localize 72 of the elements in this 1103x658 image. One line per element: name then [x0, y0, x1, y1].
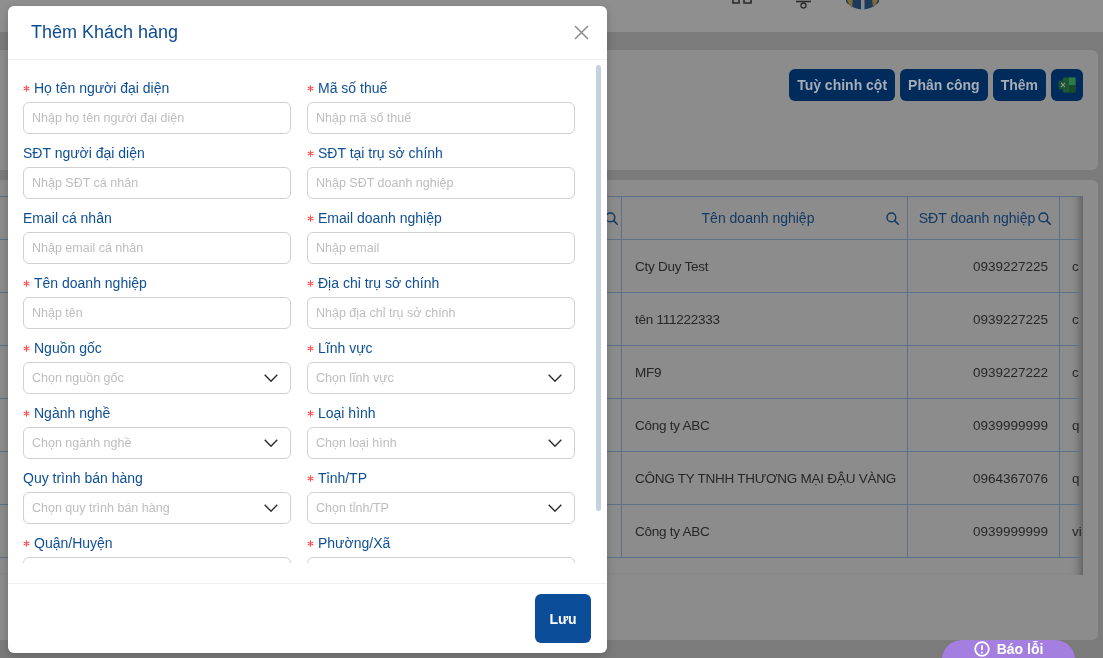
table-cell: q: [1060, 399, 1083, 452]
text-field[interactable]: Nhập email cá nhân: [23, 232, 291, 264]
text-field[interactable]: Nhập email: [307, 232, 575, 264]
field-label: Mã số thuế: [318, 80, 388, 96]
table-cell: c: [1060, 240, 1083, 293]
chevron-down-icon: [548, 374, 562, 382]
save-button[interactable]: Lưu: [535, 594, 591, 643]
export-button[interactable]: [1051, 69, 1083, 101]
field-label: Ngành nghề: [34, 405, 111, 421]
dropdown-field[interactable]: Chọn ngành nghề: [23, 427, 291, 459]
toolbar-button[interactable]: Phân công: [900, 69, 988, 101]
table-cell: Công ty ABC: [622, 505, 908, 558]
dropdown-field[interactable]: Chọn nguồn gốc: [23, 362, 291, 394]
text-field[interactable]: Nhập địa chỉ trụ sở chính: [307, 297, 575, 329]
field-label: Lĩnh vực: [318, 340, 373, 356]
text-field[interactable]: Nhập SĐT doanh nghiệp: [307, 167, 575, 199]
text-field[interactable]: Nhập SĐT cá nhân: [23, 167, 291, 199]
table-cell: 0939227222: [908, 346, 1060, 399]
field-label: Họ tên người đại diện: [34, 80, 170, 96]
table-cell: 0964367076: [908, 452, 1060, 505]
table-cell: MF9: [622, 346, 908, 399]
table-cell: 0939227225: [908, 293, 1060, 346]
text-field[interactable]: Nhập tên: [23, 297, 291, 329]
bell-icon[interactable]: [795, 0, 812, 9]
close-button[interactable]: [574, 25, 589, 40]
chevron-down-icon: [548, 504, 562, 512]
dropdown-field[interactable]: Chọn loại hình: [307, 427, 575, 459]
dropdown-field[interactable]: Chọn tỉnh/TP: [307, 492, 575, 524]
table-cell: c: [1060, 346, 1083, 399]
text-field[interactable]: Nhập mã số thuế: [307, 102, 575, 134]
chevron-down-icon: [264, 374, 278, 382]
table-cell: c: [1060, 293, 1083, 346]
field-label: Địa chỉ trụ sở chính: [318, 275, 440, 291]
field-label: Tỉnh/TP: [318, 470, 367, 486]
toolbar-button[interactable]: Thêm: [992, 69, 1046, 101]
field-label: Nguồn gốc: [34, 340, 102, 356]
field-label: Phường/Xã: [318, 535, 391, 551]
close-icon: [574, 25, 589, 40]
table-cell: 0939999999: [908, 505, 1060, 558]
field-label: SĐT người đại diện: [23, 145, 145, 161]
toolbar-button[interactable]: Tuỳ chỉnh cột: [789, 69, 896, 101]
dropdown-field[interactable]: Chọn lĩnh vực: [307, 362, 575, 394]
avatar-icon[interactable]: [846, 0, 879, 10]
column-header: Tên doanh nghiệp: [700, 210, 816, 226]
table-cell: Công ty ABC: [622, 399, 908, 452]
chevron-down-icon: [264, 439, 278, 447]
text-field[interactable]: Nhập họ tên người đại diện: [23, 102, 291, 134]
spreadsheet-icon: [1058, 77, 1076, 93]
table-cell: 0939999999: [908, 399, 1060, 452]
search-icon[interactable]: [605, 211, 618, 225]
column-header: SĐT doanh nghiệp: [917, 210, 1037, 226]
field-label: SĐT tại trụ sở chính: [318, 145, 443, 161]
field-label: Loại hình: [318, 405, 376, 421]
field-label: Quận/Huyện: [34, 535, 113, 551]
field-label: Email cá nhân: [23, 210, 112, 226]
table-cell: 0939227225: [908, 240, 1060, 293]
table-cell: tên 111222333: [622, 293, 908, 346]
alert-icon: [973, 641, 990, 657]
field-label: Quy trình bán hàng: [23, 470, 143, 486]
chevron-down-icon: [548, 439, 562, 447]
dialog-title: Thêm Khách hàng: [31, 22, 179, 43]
table-cell: CÔNG TY TNHH THƯƠNG MẠI ĐẬU VÀNG: [622, 452, 908, 505]
table-cell: q: [1060, 452, 1083, 505]
table-cell: vi: [1060, 505, 1083, 558]
table-cell: Cty Duy Test: [622, 240, 908, 293]
scrollbar[interactable]: [596, 65, 601, 511]
squares-icon[interactable]: [731, 0, 753, 5]
field-label: Email doanh nghiệp: [318, 210, 442, 226]
field-label: Tên doanh nghiệp: [34, 275, 147, 291]
dropdown-field[interactable]: Chọn quy trình bán hàng: [23, 492, 291, 524]
chevron-down-icon: [264, 504, 278, 512]
report-button[interactable]: Báo lỗi: [942, 640, 1075, 658]
